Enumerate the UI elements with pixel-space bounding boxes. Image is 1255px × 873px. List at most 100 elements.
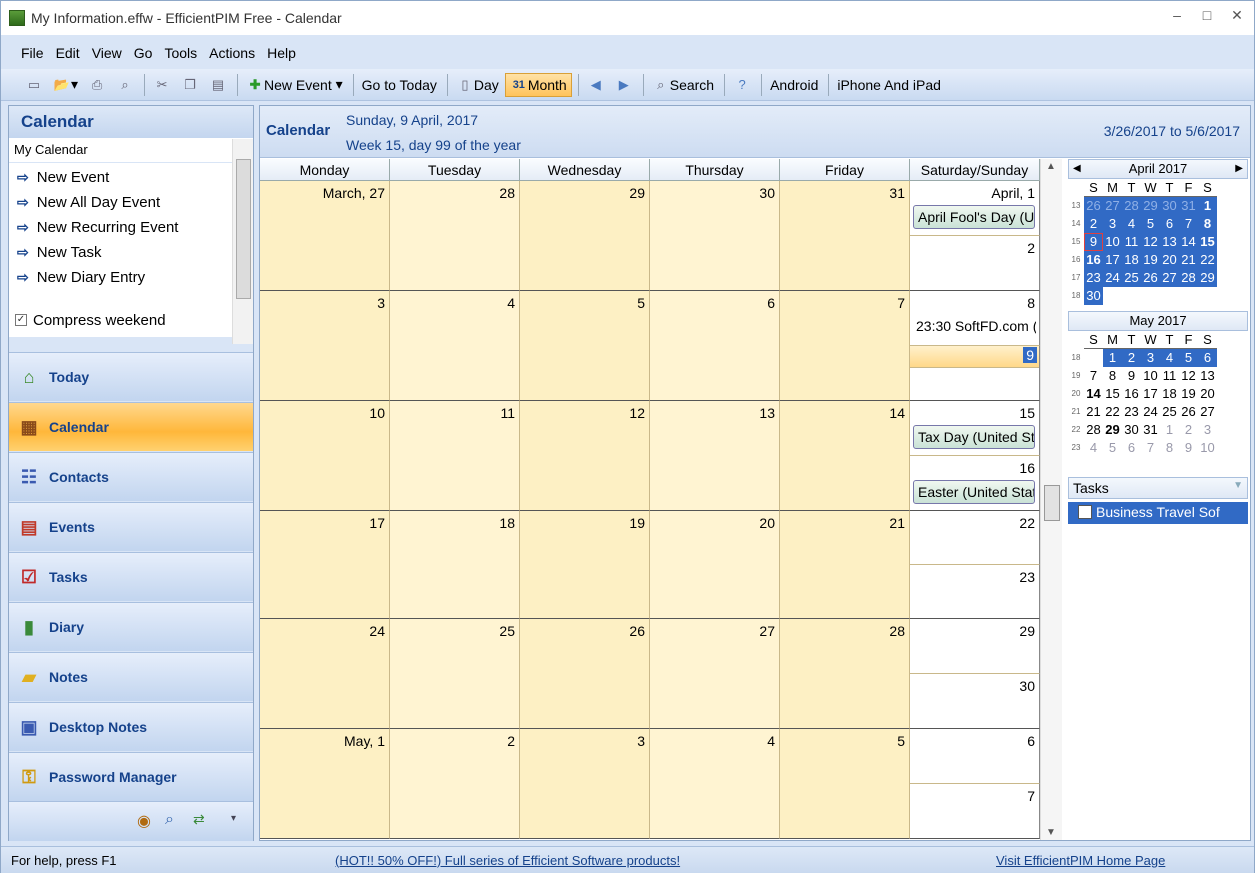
mini-calendar-day[interactable]: 5 xyxy=(1141,215,1160,233)
action-list-scrollbar[interactable] xyxy=(232,139,253,344)
mini-calendar-day[interactable]: 9 xyxy=(1179,439,1198,457)
nav-contacts[interactable]: ☷ Contacts xyxy=(9,452,253,501)
new-event-button[interactable]: ✚ New Event ▾ xyxy=(242,73,347,97)
sunday-cell[interactable]: 2 xyxy=(910,236,1040,291)
menu-actions[interactable]: Actions xyxy=(209,45,255,61)
sunday-cell[interactable]: 7 xyxy=(910,784,1040,839)
day-cell[interactable]: May, 1 xyxy=(260,729,390,839)
day-cell[interactable]: 5 xyxy=(780,729,910,839)
event-item[interactable]: 23:30 SoftFD.com ( xyxy=(916,318,1036,334)
new-file-button[interactable]: ▭ xyxy=(21,73,47,97)
mini-calendar-day[interactable]: 22 xyxy=(1103,403,1122,421)
mini-calendar-day[interactable] xyxy=(1141,287,1160,305)
day-cell[interactable]: 12 xyxy=(520,401,650,511)
day-cell[interactable]: 6 xyxy=(650,291,780,401)
mini-calendar-day[interactable]: 8 xyxy=(1103,367,1122,385)
mini-calendar-day[interactable]: 22 xyxy=(1198,251,1217,269)
mini-calendar-day[interactable]: 28 xyxy=(1179,269,1198,287)
mini-calendar-day[interactable]: 17 xyxy=(1103,251,1122,269)
mini-calendar-day[interactable]: 1 xyxy=(1198,197,1217,215)
day-cell[interactable]: 3 xyxy=(520,729,650,839)
sunday-cell[interactable]: 23 xyxy=(910,565,1040,619)
mini-calendar-day[interactable]: 26 xyxy=(1141,269,1160,287)
help-button[interactable]: ? xyxy=(729,73,755,97)
prev-month-icon[interactable]: ◀ xyxy=(1073,160,1081,178)
day-cell[interactable]: 24 xyxy=(260,619,390,729)
mini-calendar-day[interactable]: 4 xyxy=(1160,349,1179,367)
maximize-button[interactable]: □ xyxy=(1193,7,1221,23)
mini-calendar-day[interactable]: 23 xyxy=(1084,269,1103,287)
mini-calendar-day[interactable]: 31 xyxy=(1141,421,1160,439)
mini-calendar-day[interactable]: 14 xyxy=(1084,385,1103,403)
saturday-cell[interactable]: 22 xyxy=(910,511,1040,565)
promo-link[interactable]: (HOT!! 50% OFF!) Full series of Efficien… xyxy=(335,853,680,868)
mini-calendar-day[interactable]: 31 xyxy=(1179,197,1198,215)
mini-calendar-day[interactable]: 23 xyxy=(1122,403,1141,421)
open-button[interactable]: 📂 ▾ xyxy=(49,73,82,97)
saturday-cell[interactable]: 6 xyxy=(910,729,1040,784)
mini-calendar-day[interactable]: 27 xyxy=(1198,403,1217,421)
nav-tasks[interactable]: ☑ Tasks xyxy=(9,552,253,601)
menu-view[interactable]: View xyxy=(92,45,122,61)
mini-calendar-day[interactable]: 4 xyxy=(1084,439,1103,457)
day-cell[interactable]: 28 xyxy=(780,619,910,729)
mini-calendar-day[interactable]: 11 xyxy=(1160,367,1179,385)
scroll-down-icon[interactable]: ▼ xyxy=(1046,827,1056,838)
event-item[interactable]: April Fool's Day (Ur xyxy=(913,205,1035,229)
mini-calendar-day[interactable]: 5 xyxy=(1103,439,1122,457)
mini-calendar-day[interactable]: 21 xyxy=(1084,403,1103,421)
day-cell[interactable]: 4 xyxy=(650,729,780,839)
day-cell[interactable]: 17 xyxy=(260,511,390,619)
day-cell[interactable]: 10 xyxy=(260,401,390,511)
search-icon[interactable]: ⌕ xyxy=(165,811,174,829)
go-to-today-button[interactable]: Go to Today xyxy=(358,73,441,97)
mini-calendar-day[interactable]: 2 xyxy=(1122,349,1141,367)
mini-calendar-day[interactable]: 29 xyxy=(1141,197,1160,215)
mini-calendar-day[interactable]: 12 xyxy=(1179,367,1198,385)
action-new-all-day-event[interactable]: ⇨ New All Day Event xyxy=(9,188,232,213)
mini-calendar-day[interactable]: 3 xyxy=(1141,349,1160,367)
mini-calendar-day[interactable]: 25 xyxy=(1160,403,1179,421)
mini-calendar-day[interactable]: 20 xyxy=(1160,251,1179,269)
day-cell[interactable]: 26 xyxy=(520,619,650,729)
menu-help[interactable]: Help xyxy=(267,45,296,61)
day-cell[interactable]: 18 xyxy=(390,511,520,619)
mini-calendar-day[interactable] xyxy=(1122,287,1141,305)
mini-calendar-day[interactable]: 10 xyxy=(1103,233,1122,251)
event-item[interactable]: Tax Day (United St xyxy=(913,425,1035,449)
mini-calendar-day[interactable]: 7 xyxy=(1084,367,1103,385)
nav-calendar[interactable]: ▦ Calendar xyxy=(9,402,253,451)
mini-calendar-day[interactable] xyxy=(1103,287,1122,305)
minimize-button[interactable]: – xyxy=(1163,7,1191,23)
day-cell[interactable]: 4 xyxy=(390,291,520,401)
nav-today[interactable]: ⌂ Today xyxy=(9,352,253,401)
mini-calendar-day[interactable]: 2 xyxy=(1179,421,1198,439)
sunday-cell[interactable]: 30 xyxy=(910,674,1040,729)
mini-calendar-day[interactable]: 1 xyxy=(1103,349,1122,367)
mini-calendar-day[interactable]: 16 xyxy=(1084,251,1103,269)
mini-calendar-day[interactable]: 13 xyxy=(1198,367,1217,385)
month-view-button[interactable]: 31 Month xyxy=(504,72,572,97)
cut-button[interactable]: ✂ xyxy=(149,73,175,97)
previous-button[interactable]: ◀ xyxy=(583,73,609,97)
mini-calendar-day[interactable]: 6 xyxy=(1198,349,1217,367)
mini-calendar-day[interactable]: 15 xyxy=(1198,233,1217,251)
day-cell[interactable]: 25 xyxy=(390,619,520,729)
mini-calendar-day[interactable]: 2 xyxy=(1084,215,1103,233)
mini-calendar-day[interactable]: 8 xyxy=(1160,439,1179,457)
home-page-link[interactable]: Visit EfficientPIM Home Page xyxy=(996,853,1165,868)
mini-calendar-day[interactable]: 15 xyxy=(1103,385,1122,403)
menu-file[interactable]: File xyxy=(21,45,44,61)
print-button[interactable]: ⎙ xyxy=(84,73,110,97)
mini-calendar-day[interactable]: 17 xyxy=(1141,385,1160,403)
day-cell[interactable]: 2 xyxy=(390,729,520,839)
action-new-event[interactable]: ⇨ New Event xyxy=(9,163,232,188)
day-cell[interactable]: 3 xyxy=(260,291,390,401)
mini-calendar-day[interactable]: 3 xyxy=(1198,421,1217,439)
preview-button[interactable]: ⌕ xyxy=(112,73,138,97)
action-new-diary-entry[interactable]: ⇨ New Diary Entry xyxy=(9,263,232,288)
day-cell[interactable]: 13 xyxy=(650,401,780,511)
iphone-button[interactable]: iPhone And iPad xyxy=(833,73,945,97)
day-cell[interactable]: 29 xyxy=(520,181,650,291)
menu-tools[interactable]: Tools xyxy=(164,45,197,61)
